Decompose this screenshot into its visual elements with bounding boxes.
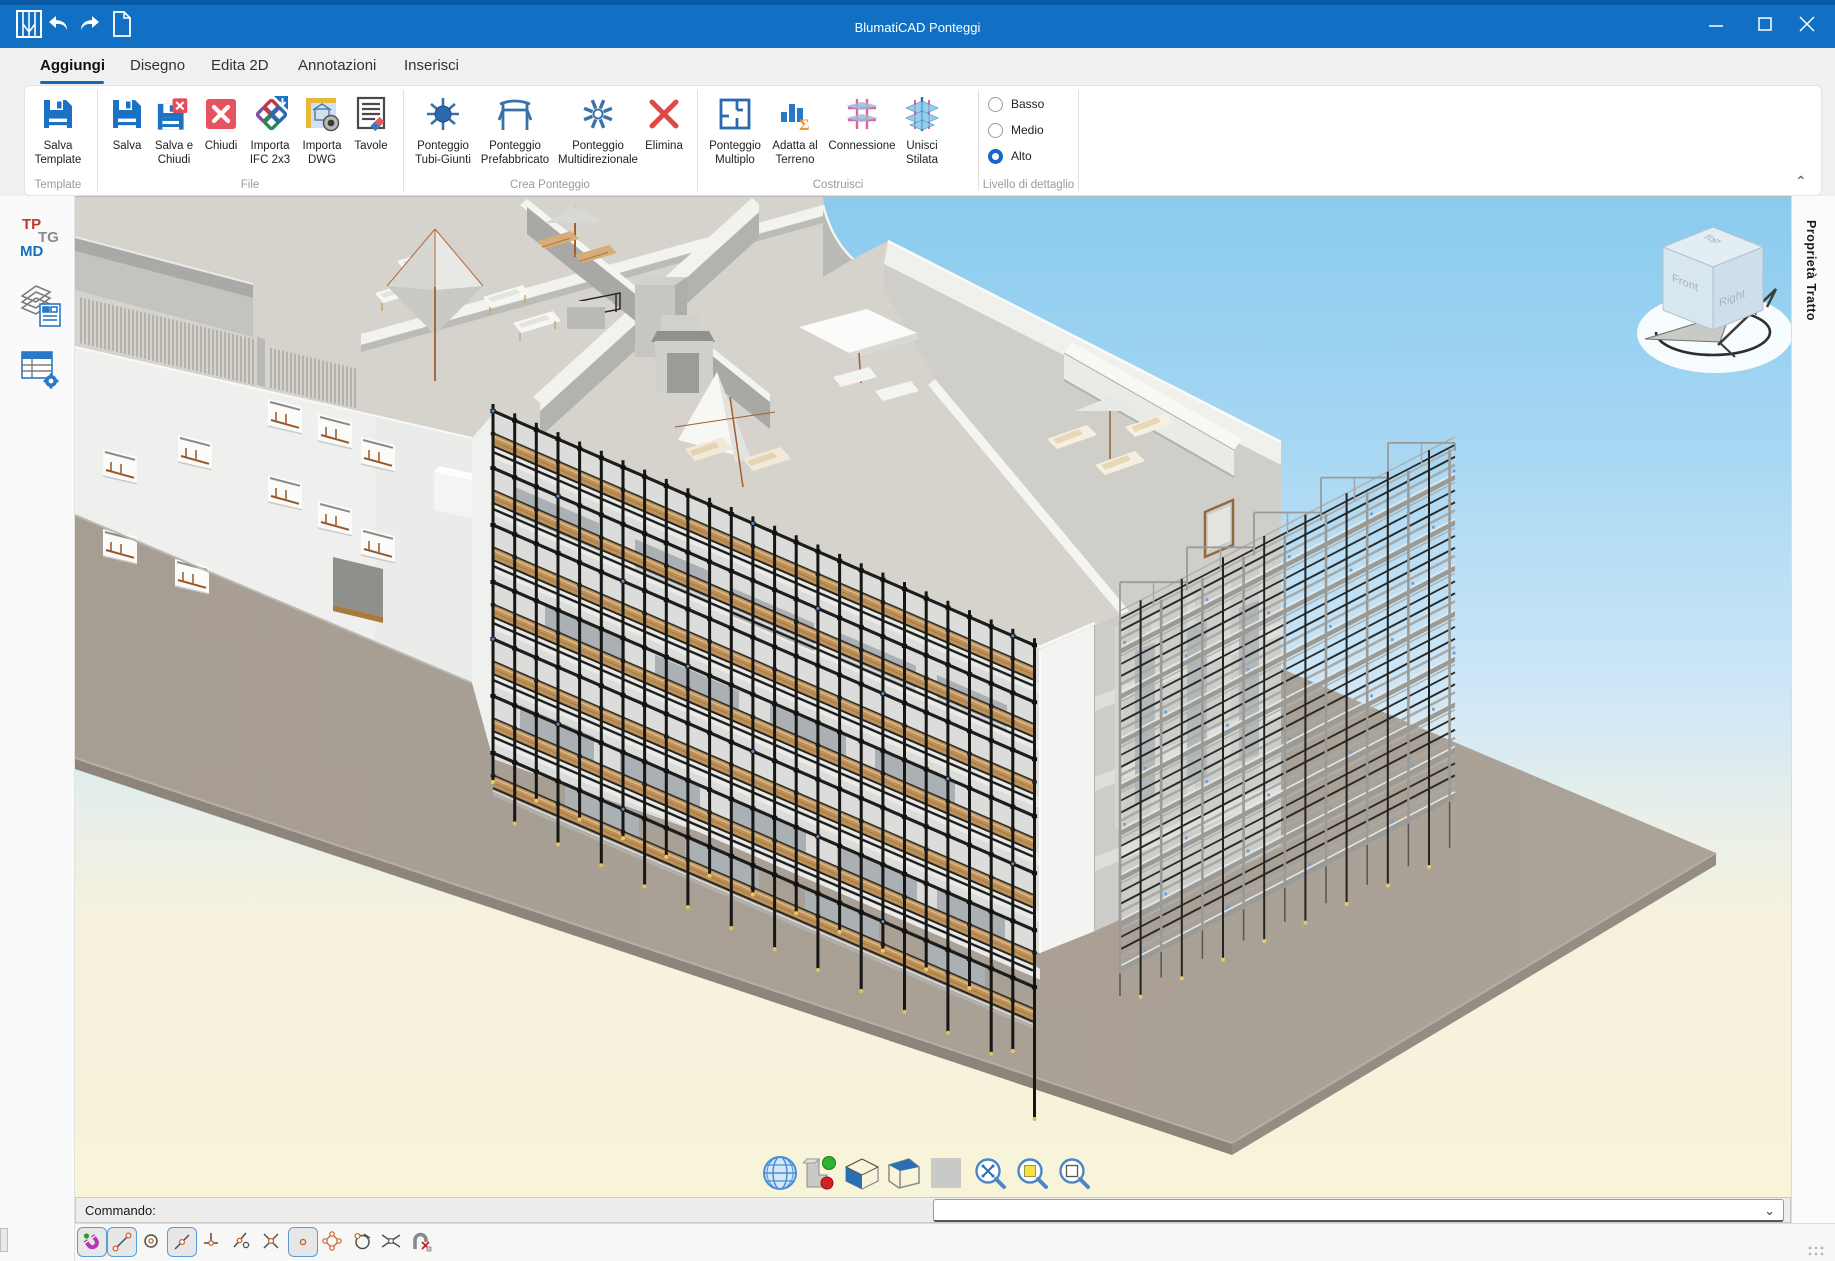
svg-text:Σ: Σ: [799, 117, 809, 132]
